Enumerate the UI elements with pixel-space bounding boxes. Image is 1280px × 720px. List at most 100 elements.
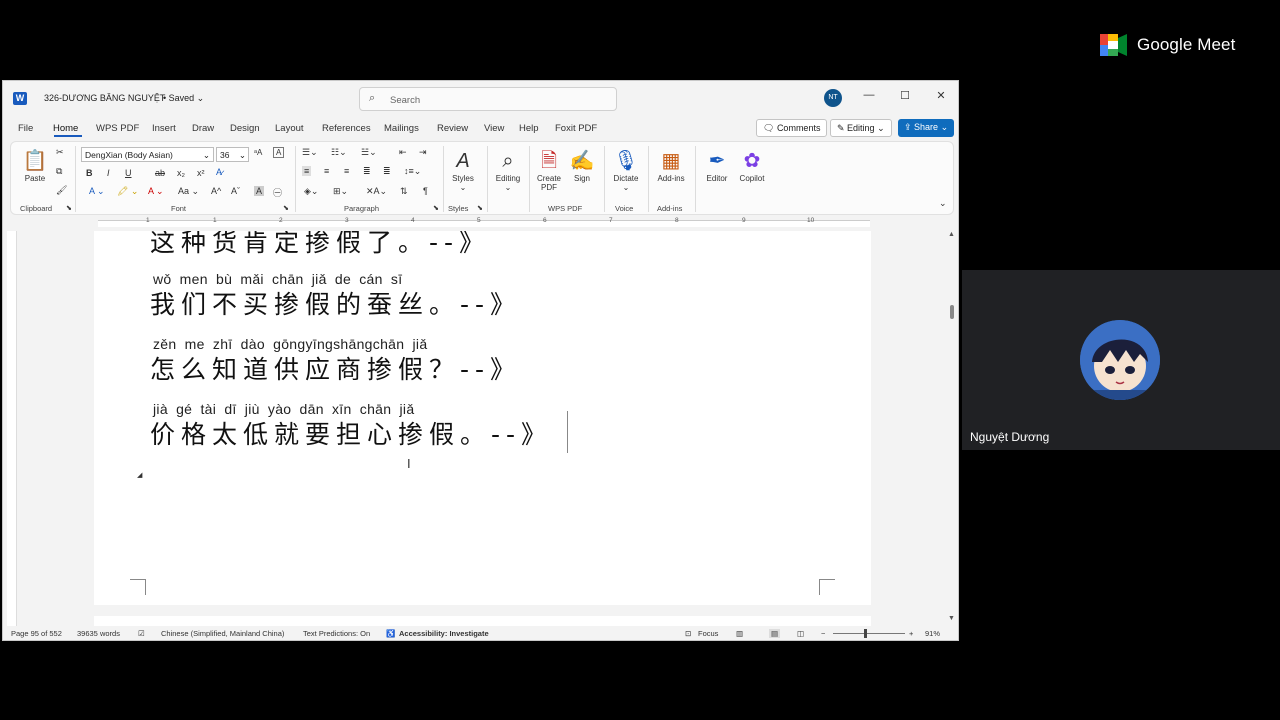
- superscript-icon[interactable]: x²: [197, 168, 205, 178]
- italic-icon[interactable]: I: [107, 168, 110, 178]
- text-predictions[interactable]: Text Predictions: On: [303, 629, 370, 638]
- scroll-thumb[interactable]: [950, 305, 954, 319]
- font-color-icon[interactable]: A ⌄: [148, 186, 164, 197]
- font-size-select[interactable]: 36 ⌄: [216, 147, 249, 162]
- close-icon[interactable]: ✕: [933, 89, 949, 102]
- minimize-icon[interactable]: —: [861, 89, 877, 101]
- shading-icon[interactable]: ◈⌄: [304, 186, 318, 197]
- word-count[interactable]: 39635 words: [77, 629, 120, 638]
- editing-button[interactable]: ⌕ Editing ⌄: [491, 148, 525, 192]
- zoom-slider[interactable]: [833, 633, 905, 634]
- font-size-change-icon[interactable]: Aa ⌄: [178, 186, 199, 197]
- enclose-character-icon[interactable]: ㊀: [273, 186, 282, 199]
- scroll-up-icon[interactable]: ▲: [948, 231, 955, 238]
- editor-button[interactable]: ✒ Editor: [703, 148, 731, 183]
- highlight-icon[interactable]: 🖍 ⌄: [117, 186, 138, 197]
- increase-indent-icon[interactable]: ⇥: [419, 147, 427, 158]
- bold-icon[interactable]: B: [86, 168, 93, 178]
- justify-icon[interactable]: ≣: [363, 166, 371, 177]
- tab-layout[interactable]: Layout: [275, 123, 304, 134]
- format-painter-icon[interactable]: 🖌: [56, 185, 67, 196]
- tab-view[interactable]: View: [484, 123, 504, 134]
- language-indicator[interactable]: Chinese (Simplified, Mainland China): [161, 629, 284, 638]
- font-name-select[interactable]: DengXian (Body Asian) ⌄: [81, 147, 214, 162]
- editing-mode-button[interactable]: ✎ Editing ⌄: [830, 119, 892, 137]
- styles-button[interactable]: A Styles ⌄: [448, 148, 478, 192]
- strikethrough-icon[interactable]: ab: [155, 168, 165, 178]
- styles-launcher-icon[interactable]: ⬊: [477, 204, 483, 212]
- multilevel-list-icon[interactable]: ☱⌄: [361, 147, 377, 158]
- comments-button[interactable]: 🗨 Comments: [756, 119, 828, 137]
- addins-button[interactable]: ▦ Add-ins: [654, 148, 688, 183]
- numbering-icon[interactable]: ☷⌄: [331, 147, 347, 158]
- tab-draw[interactable]: Draw: [192, 123, 214, 134]
- tab-design[interactable]: Design: [230, 123, 260, 134]
- tab-mailings[interactable]: Mailings: [384, 123, 419, 134]
- sort-icon[interactable]: ⇅: [400, 186, 408, 197]
- hanzi-line: 我们不买掺假的蚕丝。--》: [150, 290, 522, 319]
- tab-wps-pdf[interactable]: WPS PDF: [96, 123, 139, 134]
- vertical-scrollbar[interactable]: ▲ ▼: [947, 231, 957, 625]
- proofing-icon[interactable]: ☑: [138, 629, 145, 638]
- focus-button[interactable]: Focus: [698, 629, 718, 638]
- align-center-icon[interactable]: ≡: [324, 166, 329, 176]
- saved-status[interactable]: • Saved ⌄: [163, 93, 204, 104]
- sign-button[interactable]: ✍ Sign: [569, 148, 595, 183]
- maximize-icon[interactable]: ☐: [897, 89, 913, 102]
- word-app-icon: W: [13, 92, 27, 105]
- paragraph-launcher-icon[interactable]: ⬊: [433, 204, 439, 212]
- accessibility-status[interactable]: Accessibility: Investigate: [399, 629, 489, 638]
- tab-review[interactable]: Review: [437, 123, 468, 134]
- clipboard-launcher-icon[interactable]: ⬊: [66, 204, 72, 212]
- editing-label: Editing: [495, 174, 521, 183]
- document-title[interactable]: 326-DƯƠNG BĂNG NGUYỆT: [44, 93, 165, 103]
- shrink-font-icon[interactable]: Aˇ: [231, 186, 240, 196]
- zoom-out-icon[interactable]: −: [821, 629, 825, 638]
- underline-icon[interactable]: U: [125, 168, 132, 178]
- share-button[interactable]: ⇪ Share ⌄: [898, 119, 955, 137]
- text-effects-icon[interactable]: A ⌄: [89, 186, 105, 197]
- user-avatar[interactable]: NT: [824, 89, 842, 107]
- align-right-icon[interactable]: ≡: [344, 166, 349, 176]
- search-box[interactable]: ⌕ Search: [359, 87, 617, 111]
- subscript-icon[interactable]: x₂: [177, 168, 185, 178]
- change-case-icon[interactable]: ᵃA: [254, 148, 262, 157]
- bullets-icon[interactable]: ☰⌄: [302, 147, 318, 158]
- copilot-button[interactable]: ✿ Copilot: [735, 148, 769, 183]
- print-layout-icon[interactable]: ▤: [769, 629, 781, 638]
- distributed-icon[interactable]: ≣: [383, 166, 391, 177]
- zoom-level[interactable]: 91%: [925, 629, 940, 638]
- tab-help[interactable]: Help: [519, 123, 539, 134]
- chinese-layout-icon[interactable]: ✕A⌄: [366, 186, 387, 197]
- pilcrow-icon[interactable]: ¶: [423, 186, 428, 196]
- scroll-down-icon[interactable]: ▼: [948, 615, 955, 622]
- tab-home[interactable]: Home: [53, 123, 78, 134]
- tab-file[interactable]: File: [18, 123, 33, 134]
- font-launcher-icon[interactable]: ⬊: [283, 204, 289, 212]
- read-mode-icon[interactable]: ▥: [736, 629, 743, 638]
- character-shading-icon[interactable]: A: [254, 186, 265, 196]
- tab-references[interactable]: References: [322, 123, 371, 134]
- zoom-in-icon[interactable]: +: [909, 629, 913, 638]
- ribbon: 📋 Paste ✂ ⧉ 🖌 Clipboard ⬊ DengXian (Body…: [10, 141, 954, 215]
- line-spacing-icon[interactable]: ↕≡⌄: [404, 166, 421, 177]
- cut-icon[interactable]: ✂: [56, 147, 64, 158]
- create-pdf-button[interactable]: 🗎 Create PDF: [534, 148, 564, 192]
- text-effects-icon[interactable]: A̷: [216, 167, 222, 177]
- ribbon-collapse-icon[interactable]: ⌄: [939, 198, 947, 209]
- paste-button[interactable]: 📋 Paste: [17, 148, 53, 183]
- grow-font-icon[interactable]: A^: [211, 186, 221, 196]
- borders-icon[interactable]: ⊞⌄: [333, 186, 348, 197]
- copy-icon[interactable]: ⧉: [56, 166, 62, 177]
- document-page[interactable]: 这种货肯定掺假了。--》 wǒ men bù mǎi chān jiǎ de c…: [94, 231, 871, 605]
- align-left-icon[interactable]: ≡: [302, 166, 312, 176]
- clear-formatting-icon[interactable]: A: [273, 147, 285, 158]
- decrease-indent-icon[interactable]: ⇤: [399, 147, 407, 158]
- zoom-slider-thumb[interactable]: [864, 629, 867, 638]
- web-layout-icon[interactable]: ◫: [797, 629, 804, 638]
- tab-insert[interactable]: Insert: [152, 123, 176, 134]
- participant-tile[interactable]: Nguyệt Dương: [962, 270, 1280, 450]
- tab-foxit-pdf[interactable]: Foxit PDF: [555, 123, 597, 134]
- page-indicator[interactable]: Page 95 of 552: [11, 629, 62, 638]
- dictate-button[interactable]: 🎙 Dictate ⌄: [610, 148, 642, 192]
